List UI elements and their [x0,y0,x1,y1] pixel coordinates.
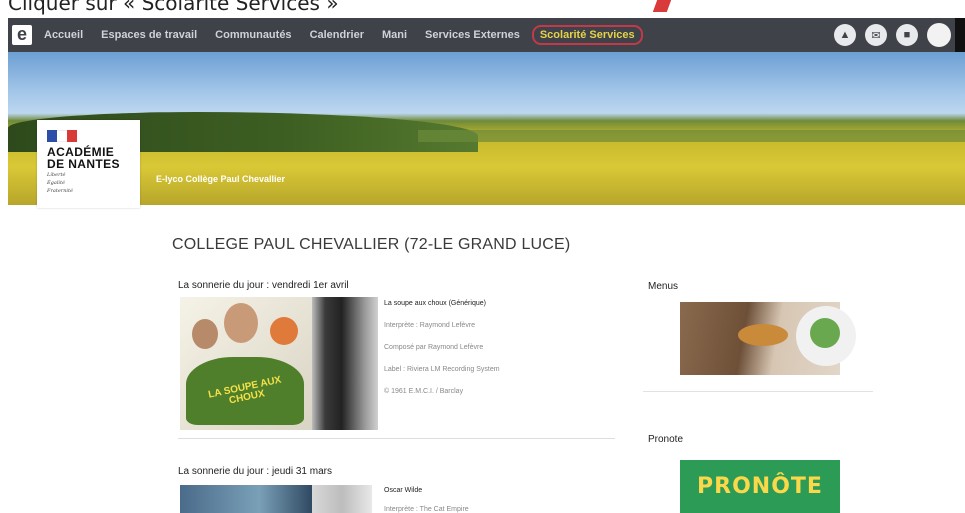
sidebar-divider [643,391,873,392]
pointer-arrow-icon [652,0,672,12]
menus-title: Menus [648,281,679,292]
top-navbar: e Accueil Espaces de travail Communautés… [8,18,965,52]
banner-horizon [418,130,965,142]
header-banner: E-lyco Collège Paul Chevallier [8,52,965,205]
elyco-logo[interactable]: e [12,25,32,45]
nav-item-scolarite-services[interactable]: Scolarité Services [531,25,643,45]
french-flag-icon [47,130,77,142]
pronote-title: Pronote [648,434,684,445]
nav-item-accueil[interactable]: Accueil [44,29,83,41]
album-cover-image[interactable]: LA SOUPE AUX CHOUX [180,297,312,430]
song-label: Label : Riviera LM Recording System [384,366,500,373]
motto-liberte: Liberté [47,172,66,178]
post-divider [178,438,615,439]
song-title: La soupe aux choux (Générique) [384,300,486,307]
nav-item-services-externes[interactable]: Services Externes [425,29,520,41]
chat-icon[interactable]: ■ [896,24,918,46]
pronote-logo-image[interactable]: PRONÔTE [680,460,840,513]
bell-icon[interactable]: ▲ [834,24,856,46]
nav-item-communautes[interactable]: Communautés [215,29,291,41]
page-title: COLLEGE PAUL CHEVALLIER (72-LE GRAND LUC… [172,236,571,253]
cd-disc-image [312,297,378,430]
academy-name-line2: DE NANTES [47,157,120,171]
mail-icon[interactable]: ✉ [865,24,887,46]
banner-title[interactable]: E-lyco Collège Paul Chevallier [156,174,285,184]
academy-logo[interactable]: ACADÉMIE DE NANTES Liberté Égalité Frate… [37,120,140,208]
album-cover-image-2[interactable] [180,485,312,513]
song-copyright: © 1961 E.M.C.I. / Barclay [384,388,464,395]
navbar-actions: ▲ ✉ ■ [834,18,965,52]
nav-item-espaces-de-travail[interactable]: Espaces de travail [101,29,197,41]
post-title-2[interactable]: La sonnerie du jour : jeudi 31 mars [178,466,332,477]
motto-egalite: Égalité [47,180,65,186]
nav-item-mani[interactable]: Mani [382,29,407,41]
motto-fraternite: Fraternité [47,188,73,194]
post-title[interactable]: La sonnerie du jour : vendredi 1er avril [178,280,349,291]
menus-image[interactable] [680,302,856,375]
account-menu-edge [955,18,965,52]
nav-item-calendrier[interactable]: Calendrier [310,29,364,41]
song-composer: Composé par Raymond Lefèvre [384,344,484,351]
instruction-caption: Cliquer sur « Scolarité Services » [8,0,339,15]
song-performer: Interprète : Raymond Lefèvre [384,322,476,329]
spoon-shape [738,324,788,346]
salad-shape [810,318,840,348]
song-title-2: Oscar Wilde [384,487,423,494]
cd-disc-image-2 [312,485,372,513]
avatar[interactable] [927,23,951,47]
song-performer-2: Interprète : The Cat Empire [384,506,469,513]
